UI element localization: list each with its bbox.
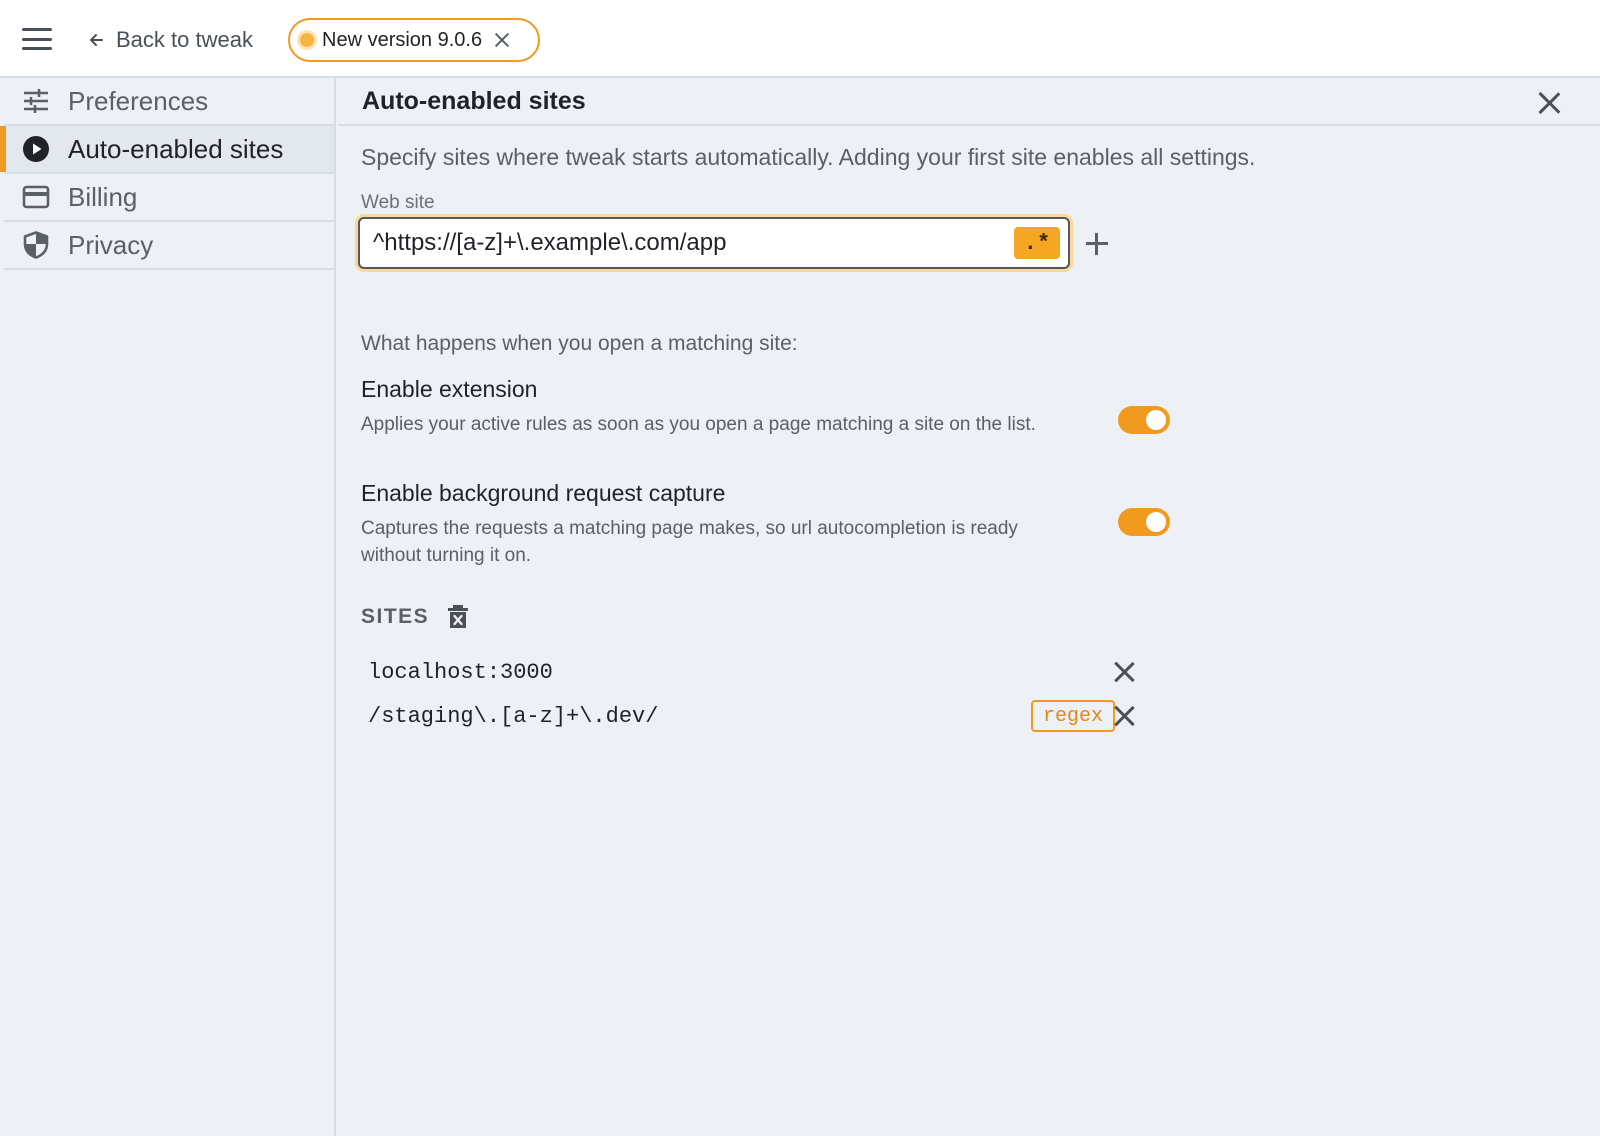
update-dot-icon (300, 33, 314, 47)
new-version-badge[interactable]: New version 9.0.6 (288, 18, 540, 62)
sidebar-item-billing[interactable]: Billing (4, 174, 334, 222)
setting-enable-background-request-capture: Enable background request capture Captur… (361, 480, 1170, 569)
remove-site-close-icon[interactable] (1113, 661, 1135, 683)
site-list-item: localhost:3000 (361, 652, 1141, 692)
web-site-input[interactable] (360, 219, 1000, 267)
sidebar-item-label: Privacy (68, 229, 154, 260)
arrow-left-icon (90, 34, 103, 46)
matching-site-question: What happens when you open a matching si… (361, 332, 798, 355)
shield-icon (22, 231, 50, 259)
sidebar-item-label: Preferences (68, 85, 209, 116)
site-value: localhost:3000 (368, 659, 553, 685)
enable-extension-toggle[interactable] (1118, 406, 1170, 434)
setting-title: Enable extension (361, 376, 538, 402)
regex-mode-toggle-button[interactable]: .* (1014, 227, 1060, 259)
sidebar-item-auto-enabled-sites[interactable]: Auto-enabled sites (0, 126, 334, 174)
hamburger-menu-icon[interactable] (22, 26, 52, 52)
sites-heading: SITES (361, 605, 430, 628)
close-panel-close-icon[interactable] (1538, 92, 1560, 114)
new-version-label: New version 9.0.6 (322, 28, 483, 51)
play-circle-icon (22, 135, 50, 163)
sidebar-item-privacy[interactable]: Privacy (4, 222, 334, 270)
remove-site-close-icon[interactable] (1113, 705, 1135, 727)
settings-sidebar: Preferences Auto-enabled sites Billing P… (0, 78, 336, 1136)
auto-enabled-sites-panel: Auto-enabled sites Specify sites where t… (338, 78, 1600, 1136)
toggle-knob (1146, 512, 1166, 532)
dismiss-version-close-icon[interactable] (494, 32, 510, 48)
sidebar-item-label: Auto-enabled sites (68, 133, 284, 164)
page-title: Auto-enabled sites (362, 86, 586, 115)
sliders-icon (22, 87, 50, 115)
top-bar: Back to tweak New version 9.0.6 (0, 0, 1600, 78)
sidebar-item-preferences[interactable]: Preferences (4, 78, 334, 126)
credit-card-icon (22, 183, 50, 211)
regex-badge: regex (1031, 700, 1115, 732)
setting-title: Enable background request capture (361, 480, 726, 506)
panel-description: Specify sites where tweak starts automat… (361, 144, 1256, 170)
setting-enable-extension: Enable extension Applies your active rul… (361, 376, 1170, 438)
back-link-label: Back to tweak (116, 27, 253, 52)
site-list-item: /staging\.[a-z]+\.dev/ regex (361, 696, 1141, 736)
site-value: /staging\.[a-z]+\.dev/ (368, 703, 659, 729)
setting-description: Applies your active rules as soon as you… (361, 414, 1036, 435)
add-site-plus-icon[interactable] (1082, 230, 1110, 258)
back-to-tweak-link[interactable]: Back to tweak (86, 24, 253, 56)
background-request-capture-toggle[interactable] (1118, 508, 1170, 536)
sidebar-item-label: Billing (68, 181, 138, 212)
toggle-knob (1146, 410, 1166, 430)
sites-section-header: SITES (361, 604, 469, 630)
setting-description: Captures the requests a matching page ma… (361, 518, 1018, 566)
web-site-label: Web site (361, 192, 435, 213)
clear-all-trash-icon[interactable] (447, 604, 469, 630)
web-site-field: .* (358, 217, 1070, 269)
panel-header: Auto-enabled sites (338, 78, 1600, 126)
